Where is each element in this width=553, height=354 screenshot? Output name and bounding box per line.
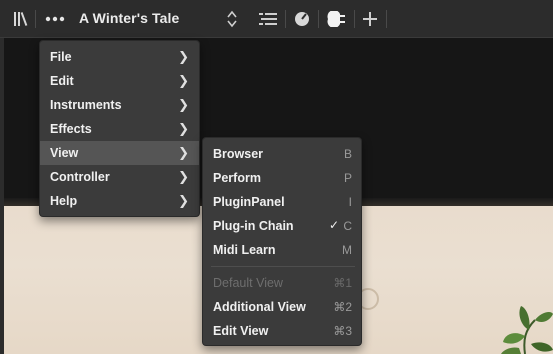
plug-icon[interactable] [325,10,347,28]
menu-item-label: Help [50,194,78,208]
submenu-item-browser[interactable]: Browser B [203,142,361,166]
plant-image [501,306,553,354]
toolbar-separator [386,10,387,28]
toolbar-separator [354,10,355,28]
submenu-item-midi-learn[interactable]: Midi Learn M [203,238,361,262]
plus-icon[interactable] [361,10,379,28]
menu-item-label: Edit [50,74,74,88]
menu-item-label: Perform [213,171,261,185]
list-lines-icon[interactable] [258,11,278,27]
shortcut-label: B [343,147,352,161]
shortcut-label: P [343,171,352,185]
menu-item-edit[interactable]: Edit ❯ [40,69,199,93]
library-icon[interactable] [12,10,30,28]
chevron-right-icon: ❯ [178,73,189,88]
main-menu: File ❯ Edit ❯ Instruments ❯ Effects ❯ Vi… [39,40,200,217]
more-dots-icon[interactable] [44,12,66,26]
shortcut-label: I [348,195,352,209]
menu-item-controller[interactable]: Controller ❯ [40,165,199,189]
shortcut-label: ⌘1 [333,276,352,290]
chevron-right-icon: ❯ [178,121,189,136]
submenu-item-pluginpanel[interactable]: PluginPanel I [203,190,361,214]
shortcut-label: M [342,243,352,257]
menu-item-label: PluginPanel [213,195,285,209]
submenu-item-default-view: Default View ⌘1 [203,271,361,295]
menu-item-instruments[interactable]: Instruments ❯ [40,93,199,117]
submenu-item-perform[interactable]: Perform P [203,166,361,190]
menu-item-label: Edit View [213,324,269,338]
menu-item-label: Additional View [213,300,306,314]
menu-item-label: Midi Learn [213,243,276,257]
toolbar: A Winter's Tale [0,0,553,38]
view-submenu: Browser B Perform P PluginPanel I Plug-i… [202,137,362,346]
chevron-right-icon: ❯ [178,145,189,160]
chevron-right-icon: ❯ [178,49,189,64]
toolbar-separator [285,10,286,28]
toolbar-separator [318,10,319,28]
menu-item-label: View [50,146,79,160]
chevron-right-icon: ❯ [178,169,189,184]
project-title[interactable]: A Winter's Tale [79,10,179,30]
chevron-right-icon: ❯ [178,193,189,208]
menu-item-label: Plug-in Chain [213,219,294,233]
menu-item-view[interactable]: View ❯ [40,141,199,165]
menu-item-label: Instruments [50,98,122,112]
menu-item-label: Effects [50,122,92,136]
toolbar-separator [35,10,36,28]
menu-item-label: Default View [213,276,283,290]
menu-item-help[interactable]: Help ❯ [40,189,199,213]
submenu-item-edit-view[interactable]: Edit View ⌘3 [203,319,361,343]
menu-item-effects[interactable]: Effects ❯ [40,117,199,141]
checkmark-icon: ✓ [328,218,339,232]
up-down-arrows-icon[interactable] [224,9,240,29]
shortcut-label: ⌘3 [333,324,352,338]
shortcut-label: C [343,219,352,233]
submenu-item-plugin-chain[interactable]: Plug-in Chain ✓ C [203,214,361,238]
menu-item-label: Controller [50,170,110,184]
gauge-icon[interactable] [293,10,311,28]
menu-item-label: File [50,50,72,64]
chevron-right-icon: ❯ [178,97,189,112]
menu-item-label: Browser [213,147,264,161]
submenu-item-additional-view[interactable]: Additional View ⌘2 [203,295,361,319]
menu-divider [211,266,355,267]
menu-item-file[interactable]: File ❯ [40,45,199,69]
shortcut-label: ⌘2 [333,300,352,314]
